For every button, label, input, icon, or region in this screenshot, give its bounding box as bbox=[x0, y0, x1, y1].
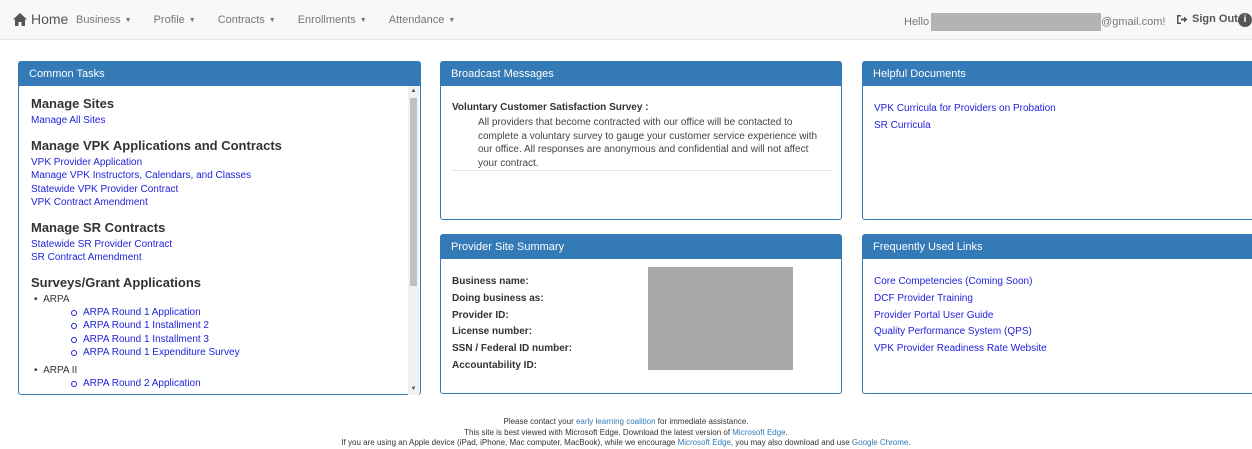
arpa-round2-application-link[interactable]: ARPA Round 2 Application bbox=[71, 377, 409, 391]
frequent-list: Core Competencies (Coming Soon) DCF Prov… bbox=[874, 274, 1047, 358]
sr-curricula-link[interactable]: SR Curricula bbox=[874, 118, 1056, 135]
summary-values-redaction bbox=[648, 267, 793, 370]
statewide-sr-contract-link[interactable]: Statewide SR Provider Contract bbox=[31, 238, 409, 252]
core-competencies-link[interactable]: Core Competencies (Coming Soon) bbox=[874, 274, 1047, 291]
statewide-vpk-contract-link[interactable]: Statewide VPK Provider Contract bbox=[31, 183, 409, 197]
caret-down-icon: ▼ bbox=[268, 16, 276, 24]
scroll-down-icon[interactable]: ▼ bbox=[408, 384, 419, 395]
common-tasks-scrollbar[interactable]: ▲ ▼ bbox=[408, 86, 419, 395]
summary-title: Provider Site Summary bbox=[441, 235, 841, 259]
sr-contract-amendment-link[interactable]: SR Contract Amendment bbox=[31, 251, 409, 265]
dcf-provider-training-link[interactable]: DCF Provider Training bbox=[874, 291, 1047, 308]
helpful-documents-panel: Helpful Documents VPK Curricula for Prov… bbox=[862, 61, 1252, 220]
sign-out-label: Sign Out bbox=[1192, 13, 1238, 25]
dba-label: Doing business as: bbox=[452, 292, 544, 304]
section-surveys: Surveys/Grant Applications • ARPA ARPA R… bbox=[31, 275, 409, 391]
nav-menu-business[interactable]: Business ▼ bbox=[76, 14, 132, 26]
broadcast-title: Broadcast Messages bbox=[441, 62, 841, 86]
hello-label: Hello bbox=[904, 16, 930, 28]
caret-down-icon: ▼ bbox=[359, 16, 367, 24]
message-title: Voluntary Customer Satisfaction Survey : bbox=[452, 102, 649, 113]
common-tasks-body[interactable]: Manage Sites Manage All Sites Manage VPK… bbox=[19, 86, 409, 395]
arpa-round1-installment3-link[interactable]: ARPA Round 1 Installment 3 bbox=[71, 333, 409, 347]
helpful-title: Helpful Documents bbox=[863, 62, 1252, 86]
section-manage-sites: Manage Sites Manage All Sites bbox=[31, 96, 409, 128]
sign-out-button[interactable]: Sign Out bbox=[1176, 13, 1238, 25]
vpk-provider-application-link[interactable]: VPK Provider Application bbox=[31, 156, 409, 170]
section-sr: Manage SR Contracts Statewide SR Provide… bbox=[31, 220, 409, 265]
survey-group-label: ARPA bbox=[43, 293, 70, 305]
nav-menu-profile[interactable]: Profile ▼ bbox=[154, 14, 196, 26]
scroll-thumb[interactable] bbox=[410, 98, 417, 286]
info-icon[interactable]: i bbox=[1238, 13, 1252, 27]
edge-link[interactable]: Microsoft Edge bbox=[678, 438, 731, 447]
nav-menu-attendance[interactable]: Attendance ▼ bbox=[389, 14, 456, 26]
ssn-fein-label: SSN / Federal ID number: bbox=[452, 343, 573, 355]
email-suffix: @gmail.com! bbox=[1101, 16, 1166, 28]
section-vpk: Manage VPK Applications and Contracts VP… bbox=[31, 138, 409, 210]
arpa-round1-application-link[interactable]: ARPA Round 1 Application bbox=[71, 306, 409, 320]
footer-line-3: If you are using an Apple device (iPad, … bbox=[0, 438, 1252, 449]
list-item: • ARPA II bbox=[34, 364, 78, 376]
message-body: All providers that become contracted wit… bbox=[478, 117, 818, 169]
provider-id-label: Provider ID: bbox=[452, 309, 509, 321]
arpa-round1-expenditure-link[interactable]: ARPA Round 1 Expenditure Survey bbox=[71, 346, 409, 360]
footer-text: . bbox=[785, 427, 788, 437]
caret-down-icon: ▼ bbox=[448, 16, 456, 24]
footer: Please contact your early learning coali… bbox=[0, 417, 1252, 449]
list-item: • ARPA bbox=[34, 293, 70, 305]
survey-sublist: ARPA Round 2 Application bbox=[31, 377, 409, 391]
broadcast-messages-panel: Broadcast Messages Voluntary Customer Sa… bbox=[440, 61, 842, 220]
caret-down-icon: ▼ bbox=[124, 16, 132, 24]
arpa-round1-installment2-link[interactable]: ARPA Round 1 Installment 2 bbox=[71, 319, 409, 333]
footer-text: If you are using an Apple device (iPad, … bbox=[341, 438, 678, 447]
elc-link[interactable]: early learning coalition bbox=[576, 417, 656, 426]
section-heading: Surveys/Grant Applications bbox=[31, 274, 202, 290]
vpk-contract-amendment-link[interactable]: VPK Contract Amendment bbox=[31, 196, 409, 210]
frequent-title: Frequently Used Links bbox=[863, 235, 1252, 259]
provider-site-summary-panel: Provider Site Summary Business name: Doi… bbox=[440, 234, 842, 394]
scroll-up-icon[interactable]: ▲ bbox=[408, 86, 419, 97]
top-navbar: Home Business ▼ Profile ▼ Contracts ▼ Enrol… bbox=[0, 0, 1252, 40]
manage-vpk-instructors-link[interactable]: Manage VPK Instructors, Calendars, and C… bbox=[31, 169, 409, 183]
edge-download-link[interactable]: Microsoft Edge bbox=[732, 428, 785, 437]
accountability-id-label: Accountability ID: bbox=[452, 359, 538, 371]
frequently-used-links-panel: Frequently Used Links Core Competencies … bbox=[862, 234, 1252, 394]
nav-menu-contracts[interactable]: Contracts ▼ bbox=[218, 14, 276, 26]
survey-sublist: ARPA Round 1 Application ARPA Round 1 In… bbox=[31, 306, 409, 360]
provider-portal-guide-link[interactable]: Provider Portal User Guide bbox=[874, 308, 1047, 325]
survey-group-label: ARPA II bbox=[43, 364, 78, 376]
license-number-label: License number: bbox=[452, 326, 533, 338]
summary-labels: Business name: Doing business as: Provid… bbox=[452, 274, 572, 375]
vpk-curricula-probation-link[interactable]: VPK Curricula for Providers on Probation bbox=[874, 101, 1056, 118]
footer-line-2: This site is best viewed with Microsoft … bbox=[0, 428, 1252, 439]
common-tasks-panel: Common Tasks Manage Sites Manage All Sit… bbox=[18, 61, 421, 395]
footer-text: Please contact your bbox=[503, 417, 576, 426]
nav-menu: Business ▼ Profile ▼ Contracts ▼ Enrollment… bbox=[76, 14, 455, 26]
qps-link[interactable]: Quality Performance System (QPS) bbox=[874, 324, 1047, 341]
footer-line-1: Please contact your early learning coali… bbox=[0, 417, 1252, 428]
footer-text: for immediate assistance. bbox=[655, 417, 749, 426]
nav-home-label: Home bbox=[31, 11, 69, 27]
footer-text: , you may also download and use bbox=[730, 438, 852, 447]
business-name-label: Business name: bbox=[452, 276, 529, 287]
footer-text: . bbox=[908, 438, 911, 447]
common-tasks-title: Common Tasks bbox=[19, 62, 420, 86]
manage-all-sites-link[interactable]: Manage All Sites bbox=[31, 114, 409, 128]
vpk-readiness-rate-link[interactable]: VPK Provider Readiness Rate Website bbox=[874, 341, 1047, 358]
section-heading: Manage Sites bbox=[31, 96, 115, 111]
sign-out-icon bbox=[1177, 14, 1188, 24]
user-greeting: Hello @gmail.com! bbox=[904, 13, 1165, 31]
divider bbox=[452, 170, 832, 171]
helpful-list: VPK Curricula for Providers on Probation… bbox=[874, 101, 1056, 134]
footer-text: This site is best viewed with Microsoft … bbox=[464, 427, 733, 437]
home-icon bbox=[13, 12, 27, 26]
section-heading: Manage SR Contracts bbox=[31, 219, 166, 235]
nav-menu-enrollments[interactable]: Enrollments ▼ bbox=[298, 14, 367, 26]
email-redaction bbox=[931, 13, 1102, 31]
section-heading: Manage VPK Applications and Contracts bbox=[31, 137, 282, 153]
nav-home-link[interactable]: Home bbox=[13, 11, 68, 27]
chrome-link[interactable]: Google Chrome bbox=[852, 438, 908, 447]
caret-down-icon: ▼ bbox=[188, 16, 196, 24]
